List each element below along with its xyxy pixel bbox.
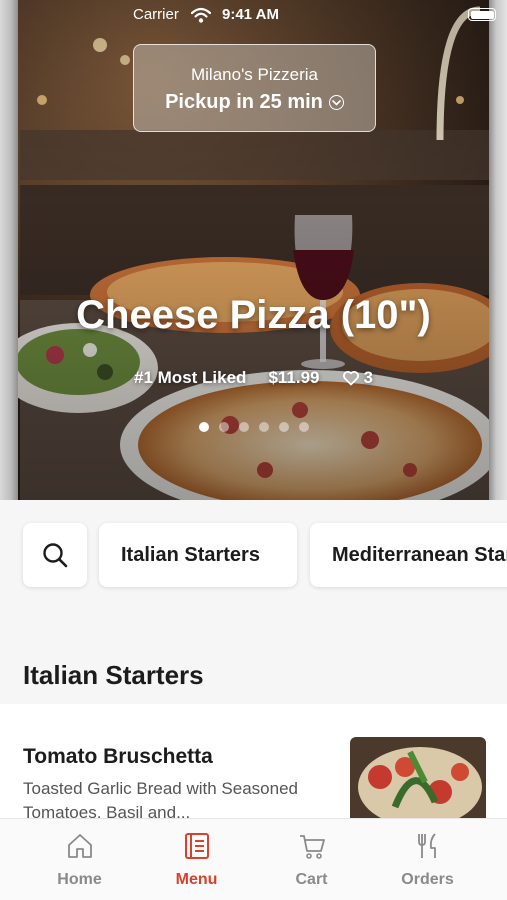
- featured-item-meta: #1 Most Liked $11.99 3: [0, 368, 507, 388]
- search-icon: [43, 543, 68, 568]
- restaurant-name: Milano's Pizzeria: [190, 65, 318, 84]
- wifi-icon: [191, 7, 211, 23]
- menu-item[interactable]: Tomato Bruschetta Toasted Garlic Bread w…: [0, 705, 507, 827]
- carousel-dot[interactable]: [198, 422, 209, 432]
- carrier-label: Carrier: [133, 6, 179, 23]
- carousel-dot[interactable]: [278, 422, 289, 432]
- tab-bar: Home Menu Cart Orders: [0, 818, 507, 900]
- carousel-dot[interactable]: [218, 422, 229, 432]
- tab-cart[interactable]: Cart: [248, 819, 375, 900]
- tab-label-menu: Menu: [175, 871, 218, 888]
- pickup-card[interactable]: Milano's Pizzeria Pickup in 25 min: [133, 44, 376, 132]
- featured-item-title: Cheese Pizza (10"): [76, 293, 431, 337]
- pickup-time-label: Pickup in 25 min: [165, 91, 323, 113]
- menu-item-name: Tomato Bruschetta: [23, 745, 213, 768]
- tab-label-home: Home: [57, 871, 102, 888]
- chevron-down-icon: [328, 95, 344, 110]
- battery-icon: [468, 8, 496, 21]
- carousel-dot[interactable]: [258, 422, 269, 432]
- menu-item-photo: [350, 737, 486, 827]
- featured-likes[interactable]: 3: [342, 368, 373, 388]
- tab-label-cart: Cart: [295, 871, 328, 888]
- featured-price: $11.99: [268, 368, 320, 387]
- status-time: 9:41 AM: [222, 6, 279, 23]
- featured-badge: #1 Most Liked: [134, 368, 247, 387]
- category-strip: Italian Starters Mediterranean Starters: [0, 500, 507, 640]
- search-button[interactable]: [23, 523, 87, 587]
- menu-book-icon: [185, 833, 209, 859]
- pickup-time-selector[interactable]: Pickup in 25 min: [134, 91, 375, 114]
- cart-icon: [300, 835, 325, 859]
- category-chip-italian-starters[interactable]: Italian Starters: [99, 523, 297, 587]
- fork-knife-icon: [418, 833, 436, 858]
- carousel-pagination[interactable]: [0, 422, 507, 432]
- heart-icon: [342, 370, 359, 386]
- featured-hero[interactable]: Carrier 9:41 AM Milano's Pizzeria Pickup…: [0, 0, 507, 500]
- carousel-dot[interactable]: [238, 422, 249, 432]
- tab-menu[interactable]: Menu: [133, 819, 260, 900]
- tab-label-orders: Orders: [401, 871, 454, 888]
- section-title: Italian Starters: [23, 660, 204, 690]
- category-chip-mediterranean-starters[interactable]: Mediterranean Starters: [310, 523, 507, 587]
- tab-orders[interactable]: Orders: [364, 819, 491, 900]
- home-icon: [68, 834, 92, 858]
- tab-home[interactable]: Home: [16, 819, 143, 900]
- carousel-dot[interactable]: [298, 422, 309, 432]
- status-bar: Carrier 9:41 AM: [0, 5, 507, 25]
- likes-count: 3: [363, 368, 373, 387]
